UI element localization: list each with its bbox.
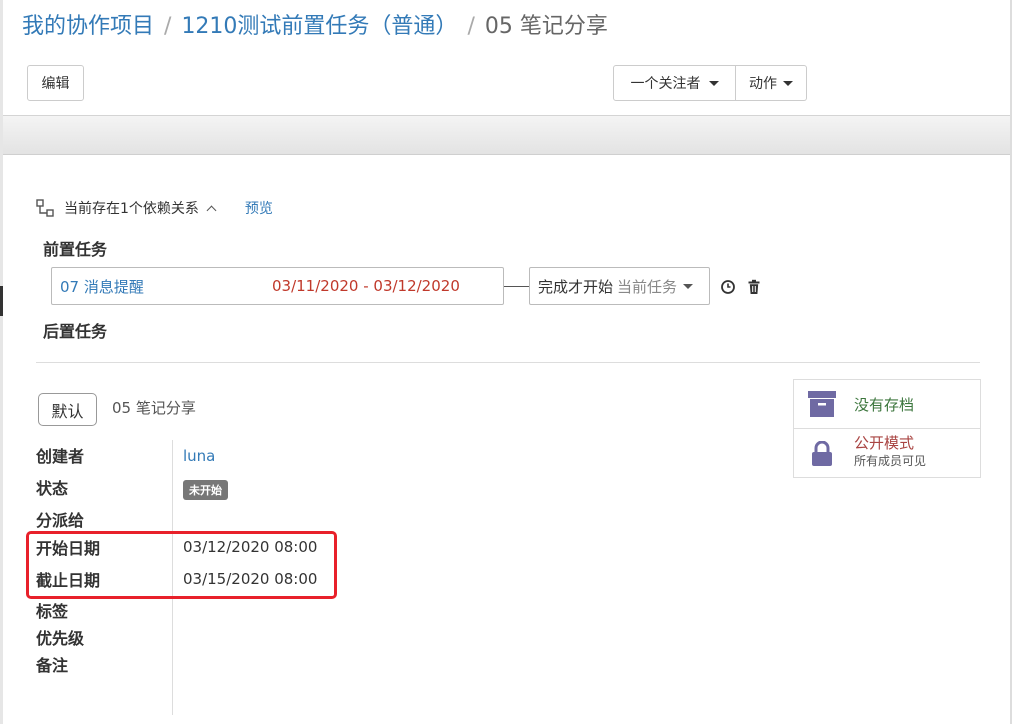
- left-edge-marker: [0, 286, 3, 316]
- archive-box-icon: [808, 391, 836, 417]
- dependency-summary: 当前存在1个依赖关系 预览: [36, 197, 273, 219]
- priority-label: 优先级: [36, 629, 85, 648]
- chevron-up-icon: [206, 205, 217, 215]
- header-bar: [3, 115, 1010, 155]
- caret-down-icon: [783, 80, 793, 86]
- task-title: 05 笔记分享: [112, 399, 196, 417]
- predecessor-section-title: 前置任务: [43, 240, 108, 259]
- predecessor-task-name[interactable]: 07 消息提醒: [60, 276, 272, 297]
- action-dropdown-button[interactable]: 动作: [736, 65, 807, 101]
- assignee-label: 分派给: [36, 511, 85, 530]
- status-label: 状态: [36, 479, 69, 498]
- dependency-connector-line: [504, 286, 529, 287]
- dependency-type-value: 完成才开始: [538, 277, 614, 296]
- edit-button[interactable]: 编辑: [27, 65, 84, 101]
- follower-dropdown-button[interactable]: 一个关注者: [613, 65, 736, 101]
- breadcrumb: 我的协作项目 / 1210测试前置任务（普通） / 05 笔记分享: [22, 12, 608, 42]
- status-badge: 未开始: [183, 480, 228, 500]
- visibility-label: 公开模式: [854, 434, 915, 452]
- breadcrumb-item-project[interactable]: 我的协作项目: [22, 14, 154, 39]
- trash-icon[interactable]: [746, 279, 762, 295]
- visibility-description: 所有成员可见: [854, 454, 927, 468]
- dependency-summary-toggle[interactable]: 当前存在1个依赖关系: [64, 198, 217, 218]
- section-divider: [36, 362, 980, 363]
- predecessor-task-box[interactable]: 07 消息提醒 03/11/2020 - 03/12/2020: [51, 267, 504, 305]
- caret-down-icon: [683, 283, 694, 289]
- breadcrumb-current: 05 笔记分享: [484, 14, 608, 39]
- default-button[interactable]: 默认: [38, 393, 97, 426]
- follower-label: 一个关注者: [630, 76, 701, 92]
- notes-label: 备注: [36, 656, 69, 675]
- breadcrumb-item-task-group[interactable]: 1210测试前置任务（普通）: [181, 14, 457, 39]
- lock-icon: [812, 440, 832, 466]
- archive-status-label: 没有存档: [854, 395, 915, 414]
- breadcrumb-separator: /: [467, 14, 475, 39]
- date-highlight-box: [26, 531, 337, 599]
- tags-label: 标签: [36, 602, 69, 621]
- successor-section-title: 后置任务: [43, 322, 108, 341]
- visibility-status-row[interactable]: 公开模式 所有成员可见: [794, 429, 980, 478]
- status-panel: 没有存档 公开模式 所有成员可见: [793, 379, 981, 478]
- preview-link[interactable]: 预览: [245, 198, 273, 218]
- dependency-icon: [36, 199, 54, 217]
- dependency-summary-text: 当前存在1个依赖关系: [64, 201, 199, 217]
- action-label: 动作: [749, 76, 777, 92]
- clock-icon[interactable]: [720, 279, 736, 295]
- left-edge: [0, 0, 3, 724]
- creator-value[interactable]: luna: [183, 447, 215, 465]
- dependency-type-select[interactable]: 完成才开始 当前任务: [529, 267, 710, 305]
- creator-label: 创建者: [36, 447, 85, 466]
- dependency-target-value: 当前任务: [617, 277, 678, 296]
- archive-status-row[interactable]: 没有存档: [794, 380, 980, 429]
- breadcrumb-separator: /: [164, 14, 172, 39]
- caret-down-icon: [708, 80, 719, 86]
- predecessor-task-date: 03/11/2020 - 03/12/2020: [272, 277, 460, 295]
